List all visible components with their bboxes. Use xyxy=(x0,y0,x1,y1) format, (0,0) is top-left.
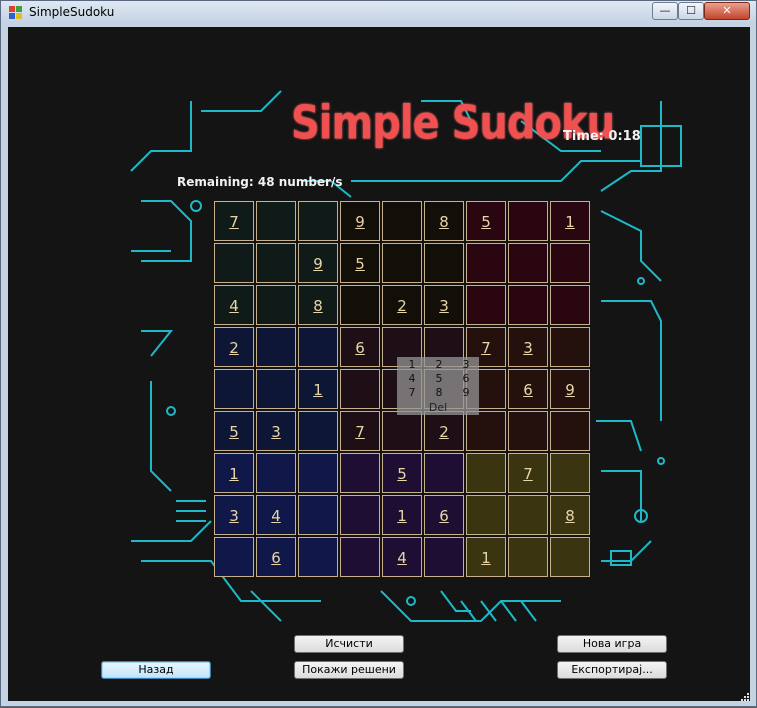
sudoku-cell[interactable] xyxy=(298,411,338,451)
sudoku-cell[interactable] xyxy=(340,537,380,577)
remaining-counter: Remaining: 48 number/s xyxy=(177,175,343,189)
sudoku-cell[interactable]: 9 xyxy=(550,369,590,409)
keypad-digit-button[interactable]: 4 xyxy=(399,372,425,385)
keypad-digit-button[interactable]: 5 xyxy=(426,372,452,385)
keypad-digit-button[interactable]: 1 xyxy=(399,358,425,371)
sudoku-cell[interactable]: 1 xyxy=(298,369,338,409)
sudoku-cell[interactable] xyxy=(214,369,254,409)
sudoku-cell[interactable] xyxy=(424,537,464,577)
clear-button[interactable]: Исчисти xyxy=(294,635,404,653)
sudoku-cell[interactable]: 1 xyxy=(214,453,254,493)
sudoku-cell[interactable]: 8 xyxy=(550,495,590,535)
sudoku-cell[interactable]: 3 xyxy=(214,495,254,535)
sudoku-cell[interactable] xyxy=(466,285,506,325)
sudoku-cell[interactable]: 6 xyxy=(508,369,548,409)
sudoku-cell[interactable] xyxy=(382,243,422,283)
back-button[interactable]: Назад xyxy=(101,661,211,679)
sudoku-cell[interactable] xyxy=(256,369,296,409)
sudoku-cell[interactable] xyxy=(298,201,338,241)
sudoku-cell[interactable]: 1 xyxy=(466,537,506,577)
sudoku-cell[interactable] xyxy=(466,495,506,535)
sudoku-cell[interactable] xyxy=(256,327,296,367)
resize-grip-icon[interactable] xyxy=(740,692,750,702)
sudoku-cell[interactable]: 7 xyxy=(508,453,548,493)
keypad-delete-button[interactable]: Del xyxy=(397,401,479,414)
sudoku-cell[interactable]: 5 xyxy=(214,411,254,451)
sudoku-cell[interactable]: 9 xyxy=(298,243,338,283)
sudoku-cell[interactable]: 9 xyxy=(340,201,380,241)
sudoku-cell[interactable]: 1 xyxy=(550,201,590,241)
sudoku-cell[interactable]: 7 xyxy=(340,411,380,451)
sudoku-cell[interactable]: 5 xyxy=(340,243,380,283)
sudoku-cell[interactable] xyxy=(550,285,590,325)
sudoku-cell[interactable]: 8 xyxy=(298,285,338,325)
sudoku-cell[interactable]: 3 xyxy=(424,285,464,325)
sudoku-cell[interactable] xyxy=(298,327,338,367)
keypad-digit-button[interactable]: 9 xyxy=(453,386,479,399)
sudoku-cell[interactable] xyxy=(298,453,338,493)
sudoku-cell[interactable] xyxy=(466,243,506,283)
sudoku-cell[interactable] xyxy=(466,411,506,451)
sudoku-cell[interactable] xyxy=(382,201,422,241)
sudoku-cell[interactable] xyxy=(298,495,338,535)
sudoku-cell[interactable]: 4 xyxy=(382,537,422,577)
sudoku-cell[interactable] xyxy=(340,495,380,535)
sudoku-cell[interactable] xyxy=(340,369,380,409)
timer-label: Time: 0:18 xyxy=(563,129,641,144)
sudoku-cell[interactable] xyxy=(508,495,548,535)
sudoku-cell[interactable]: 5 xyxy=(382,453,422,493)
sudoku-cell[interactable]: 3 xyxy=(508,327,548,367)
sudoku-cell[interactable] xyxy=(256,453,296,493)
sudoku-cell[interactable] xyxy=(256,201,296,241)
export-button[interactable]: Експортирај... xyxy=(557,661,667,679)
sudoku-cell[interactable] xyxy=(550,453,590,493)
keypad-digit-button[interactable]: 2 xyxy=(426,358,452,371)
keypad-digit-button[interactable]: 7 xyxy=(399,386,425,399)
sudoku-cell[interactable] xyxy=(424,453,464,493)
sudoku-cell[interactable]: 4 xyxy=(256,495,296,535)
sudoku-cell[interactable] xyxy=(214,537,254,577)
sudoku-cell[interactable] xyxy=(340,453,380,493)
sudoku-cell[interactable]: 8 xyxy=(424,201,464,241)
sudoku-cell[interactable] xyxy=(550,243,590,283)
sudoku-cell[interactable] xyxy=(550,411,590,451)
sudoku-cell[interactable] xyxy=(508,201,548,241)
show-solved-button[interactable]: Покажи решени xyxy=(294,661,404,679)
keypad-digit-button[interactable]: 8 xyxy=(426,386,452,399)
sudoku-cell[interactable] xyxy=(550,537,590,577)
sudoku-cell[interactable]: 6 xyxy=(340,327,380,367)
app-window: SimpleSudoku — ☐ ✕ Simple Sudoku Time: 0… xyxy=(0,0,757,707)
sudoku-cell[interactable] xyxy=(508,285,548,325)
sudoku-cell[interactable] xyxy=(508,411,548,451)
sudoku-cell[interactable] xyxy=(508,537,548,577)
sudoku-cell[interactable]: 1 xyxy=(382,495,422,535)
keypad-digit-button[interactable]: 3 xyxy=(453,358,479,371)
sudoku-cell[interactable]: 2 xyxy=(214,327,254,367)
sudoku-cell[interactable] xyxy=(256,285,296,325)
new-game-button[interactable]: Нова игра xyxy=(557,635,667,653)
sudoku-cell[interactable] xyxy=(508,243,548,283)
sudoku-cell[interactable]: 4 xyxy=(214,285,254,325)
sudoku-cell[interactable]: 2 xyxy=(424,411,464,451)
sudoku-cell[interactable] xyxy=(298,537,338,577)
sudoku-cell[interactable] xyxy=(466,453,506,493)
sudoku-cell[interactable] xyxy=(256,243,296,283)
sudoku-cell[interactable]: 7 xyxy=(214,201,254,241)
keypad-digit-button[interactable]: 6 xyxy=(453,372,479,385)
number-keypad: Del 123 456 789 xyxy=(397,357,479,415)
sudoku-cell[interactable] xyxy=(424,243,464,283)
sudoku-cell[interactable]: 6 xyxy=(424,495,464,535)
sudoku-cell[interactable] xyxy=(214,243,254,283)
sudoku-cell[interactable]: 5 xyxy=(466,201,506,241)
sudoku-cell[interactable] xyxy=(340,285,380,325)
sudoku-cell[interactable] xyxy=(550,327,590,367)
sudoku-cell[interactable]: 3 xyxy=(256,411,296,451)
sudoku-cell[interactable]: 2 xyxy=(382,285,422,325)
sudoku-cell[interactable] xyxy=(382,411,422,451)
sudoku-cell[interactable]: 6 xyxy=(256,537,296,577)
